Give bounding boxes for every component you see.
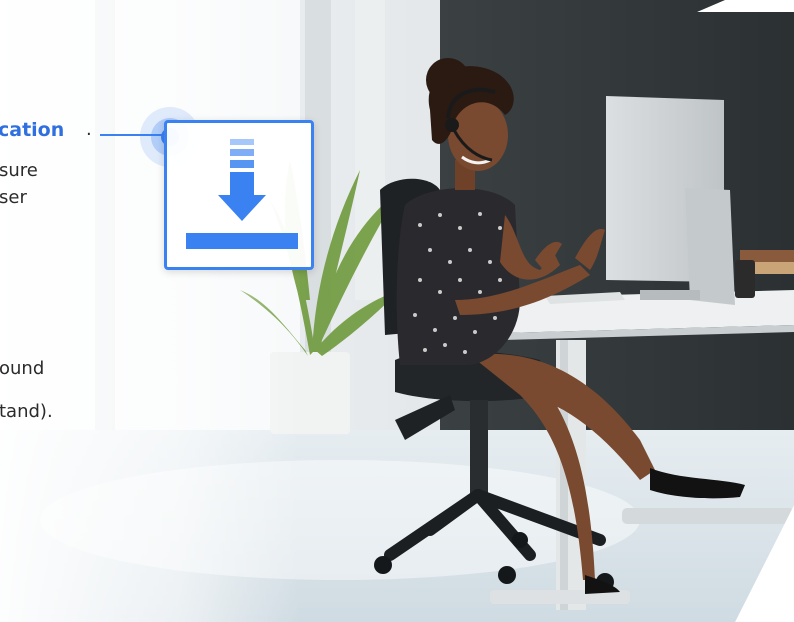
download-icon [186, 139, 298, 249]
body-line-5: tand). [0, 401, 53, 422]
office-photo [0, 0, 794, 622]
body-line-2: sure [0, 160, 38, 181]
highlight-text: cation [0, 119, 65, 141]
body-line-3: ser [0, 187, 27, 208]
body-line-4: ound [0, 358, 45, 379]
highlight-suffix: . [86, 119, 92, 140]
download-icon-card [164, 120, 314, 270]
